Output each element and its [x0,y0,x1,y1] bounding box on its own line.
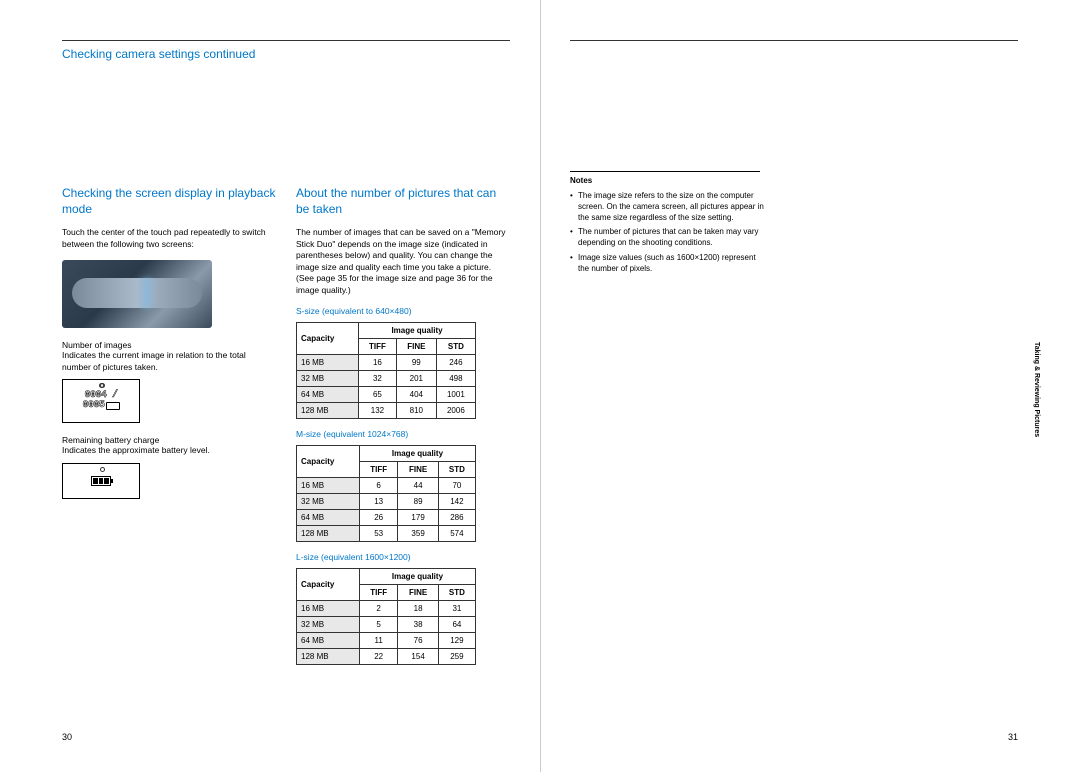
th-tiff: TIFF [359,339,397,355]
table-title-s: S-size (equivalent to 640×480) [296,306,510,316]
running-head: Checking camera settings continued [62,47,510,61]
page-spread: Checking camera settings continued Check… [0,0,1080,772]
page-number-right: 31 [1008,732,1018,742]
note-item: The image size refers to the size on the… [570,191,765,223]
table-row: 64 MB26179286 [297,510,476,526]
col-playback: Checking the screen display in playback … [62,186,276,665]
table-row: 16 MB21831 [297,601,476,617]
battery-display [62,463,140,499]
pictures-title: About the number of pictures that can be… [296,186,510,217]
battery-head: Remaining battery charge [62,435,276,445]
page-left: Checking camera settings continued Check… [0,0,540,772]
th-iq: Image quality [359,323,476,339]
gutter-rule [540,0,541,772]
note-item: Image size values (such as 1600×1200) re… [570,253,765,275]
table-row: 64 MB654041001 [297,387,476,403]
notes-list: The image size refers to the size on the… [570,191,765,275]
table-row: 64 MB1176129 [297,633,476,649]
battery-text: Indicates the approximate battery level. [62,445,276,456]
col-empty [804,171,1018,279]
memory-stick-icon [106,402,120,410]
col-pictures: About the number of pictures that can be… [296,186,510,665]
lcd-line2-wrap: 0005 [82,401,119,411]
pictures-intro: The number of images that can be saved o… [296,227,510,296]
table-row: 128 MB53359574 [297,526,476,542]
top-rule [62,40,510,41]
table-row: 128 MB22154259 [297,649,476,665]
note-item: The number of pictures that can be taken… [570,227,765,249]
num-images-text: Indicates the current image in relation … [62,350,276,373]
playback-intro: Touch the center of the touch pad repeat… [62,227,276,250]
table-row: 32 MB32201498 [297,371,476,387]
th-std: STD [436,339,475,355]
playback-title: Checking the screen display in playback … [62,186,276,217]
notes-rule [570,171,760,172]
lcd-line2: 0005 [82,401,104,411]
table-title-m: M-size (equivalent 1024×768) [296,429,510,439]
lcd-display: 0004 / 0005 [62,379,140,423]
table-row: 32 MB53864 [297,617,476,633]
table-m: CapacityImage quality TIFFFINESTD 16 MB6… [296,445,476,542]
table-row: 128 MB1328102006 [297,403,476,419]
col-notes: Notes The image size refers to the size … [570,171,784,279]
page-right: Notes The image size refers to the size … [540,0,1080,772]
section-tab: Taking & Reviewing Pictures [1032,342,1040,437]
table-s: CapacityImage quality TIFFFINESTD 16 MB1… [296,322,476,419]
tables-wrap: S-size (equivalent to 640×480) CapacityI… [296,306,510,665]
camera-photo [62,260,212,328]
table-row: 16 MB64470 [297,478,476,494]
battery-icon [91,476,111,486]
table-title-l: L-size (equivalent 1600×1200) [296,552,510,562]
num-images-head: Number of images [62,340,276,350]
left-columns: Checking the screen display in playback … [62,186,510,665]
top-rule-right [570,40,1018,41]
table-row: 32 MB1389142 [297,494,476,510]
table-l: CapacityImage quality TIFFFINESTD 16 MB2… [296,568,476,665]
right-columns: Notes The image size refers to the size … [570,171,1018,279]
table-row: 16 MB1699246 [297,355,476,371]
th-fine: FINE [396,339,436,355]
th-capacity: Capacity [297,323,359,355]
notes-head: Notes [570,176,784,185]
page-number-left: 30 [62,732,72,742]
